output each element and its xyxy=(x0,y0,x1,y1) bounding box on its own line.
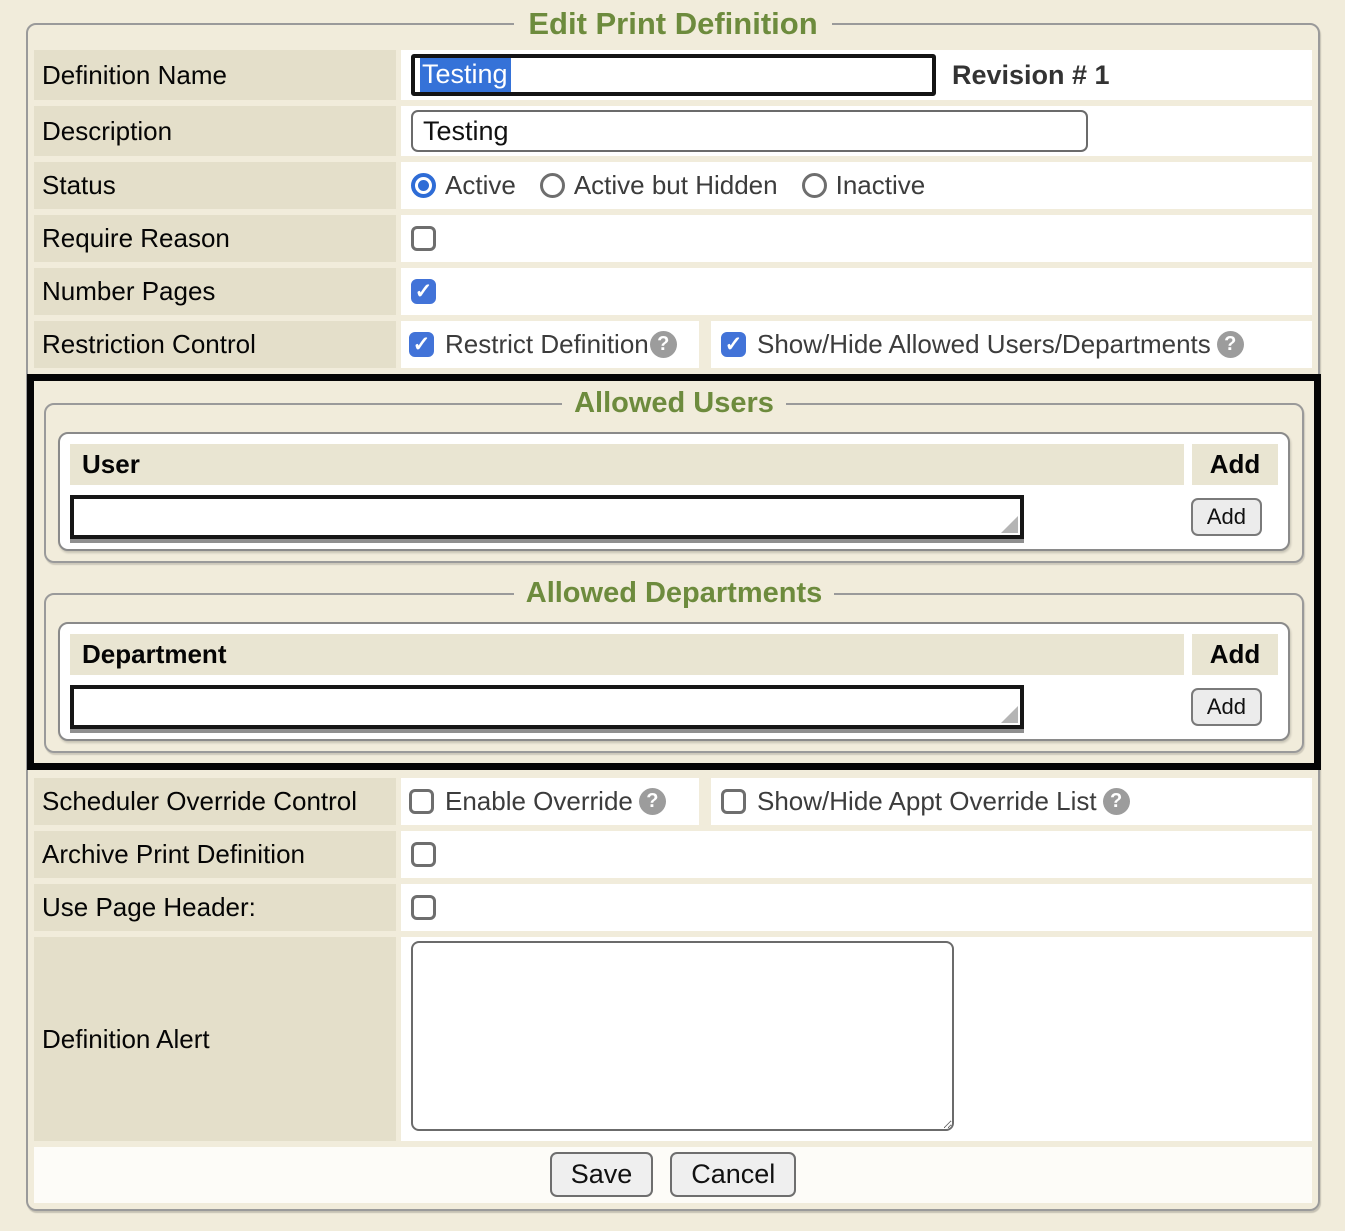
dropdown-grip-icon xyxy=(1001,706,1018,723)
status-row: Status Active Active but Hidden Inactive xyxy=(34,162,1312,209)
definition-alert-textarea[interactable] xyxy=(411,941,954,1131)
show-hide-allowed-help-icon[interactable]: ? xyxy=(1217,331,1244,358)
enable-override-checkbox[interactable]: ✓ xyxy=(409,789,434,814)
restrict-definition-cell: ✓ Restrict Definition ? xyxy=(401,321,699,368)
number-pages-checkbox[interactable]: ✓ xyxy=(411,279,436,304)
department-add-column-header: Add xyxy=(1192,634,1278,675)
active-radio-label[interactable]: Active xyxy=(445,170,516,201)
description-row: Description xyxy=(34,106,1312,156)
definition-name-value-cell: Testing Revision # 1 xyxy=(401,50,1312,100)
department-column-header: Department xyxy=(70,634,1184,675)
edit-print-definition-form: Edit Print Definition Definition Name Te… xyxy=(26,6,1320,1211)
cancel-button[interactable]: Cancel xyxy=(670,1152,796,1197)
status-option-active: Active xyxy=(411,170,516,201)
use-page-header-row: Use Page Header: ✓ xyxy=(34,884,1312,931)
definition-alert-value-cell xyxy=(401,937,1312,1141)
show-hide-appt-checkbox[interactable]: ✓ xyxy=(721,789,746,814)
use-page-header-label: Use Page Header: xyxy=(34,884,396,931)
restrict-definition-checkbox[interactable]: ✓ xyxy=(409,332,434,357)
dropdown-grip-icon xyxy=(1001,516,1018,533)
archive-checkbox[interactable]: ✓ xyxy=(411,842,436,867)
allowed-departments-title: Allowed Departments xyxy=(514,577,835,610)
allowed-users-fieldset: Allowed Users User Add Add xyxy=(44,387,1304,563)
revision-number: Revision # 1 xyxy=(952,60,1110,91)
number-pages-label: Number Pages xyxy=(34,268,396,315)
allowed-departments-panel: Department Add Add xyxy=(58,622,1290,741)
inactive-radio-label[interactable]: Inactive xyxy=(836,170,926,201)
use-page-header-checkbox[interactable]: ✓ xyxy=(411,895,436,920)
archive-label: Archive Print Definition xyxy=(34,831,396,878)
restrict-definition-label[interactable]: Restrict Definition xyxy=(445,329,649,360)
scheduler-override-label: Scheduler Override Control xyxy=(34,778,396,825)
require-reason-row: Require Reason ✓ xyxy=(34,215,1312,262)
checkmark-icon: ✓ xyxy=(413,334,431,355)
enable-override-cell: ✓ Enable Override ? xyxy=(401,778,699,825)
user-add-column-header: Add xyxy=(1192,444,1278,485)
restriction-control-row: Restriction Control ✓ Restrict Definitio… xyxy=(34,321,1312,368)
restrict-definition-help-icon[interactable]: ? xyxy=(650,331,677,358)
allowed-users-panel: User Add Add xyxy=(58,432,1290,551)
allowed-departments-header-row: Department Add xyxy=(70,634,1278,675)
allowed-section-frame: Allowed Users User Add Add Allowed Depar… xyxy=(27,374,1321,770)
require-reason-value-cell: ✓ xyxy=(401,215,1312,262)
scheduler-override-cells: ✓ Enable Override ? ✓ Show/Hide Appt Ove… xyxy=(401,778,1312,825)
archive-value-cell: ✓ xyxy=(401,831,1312,878)
description-label: Description xyxy=(34,106,396,156)
checkmark-icon: ✓ xyxy=(415,281,433,302)
save-button[interactable]: Save xyxy=(550,1152,654,1197)
scheduler-override-row: Scheduler Override Control ✓ Enable Over… xyxy=(34,778,1312,825)
description-value-cell xyxy=(401,106,1312,156)
user-column-header: User xyxy=(70,444,1184,485)
definition-name-row: Definition Name Testing Revision # 1 xyxy=(34,50,1312,100)
show-hide-allowed-cell: ✓ Show/Hide Allowed Users/Departments ? xyxy=(711,321,1312,368)
restriction-control-cells: ✓ Restrict Definition ? ✓ Show/Hide Allo… xyxy=(401,321,1312,368)
require-reason-label: Require Reason xyxy=(34,215,396,262)
definition-alert-label: Definition Alert xyxy=(34,937,396,1141)
status-option-active-hidden: Active but Hidden xyxy=(540,170,778,201)
radio-dot-icon xyxy=(418,180,429,191)
restriction-control-label: Restriction Control xyxy=(34,321,396,368)
show-hide-appt-label[interactable]: Show/Hide Appt Override List xyxy=(757,786,1097,817)
show-hide-allowed-checkbox[interactable]: ✓ xyxy=(721,332,746,357)
number-pages-row: Number Pages ✓ xyxy=(34,268,1312,315)
checkmark-icon: ✓ xyxy=(725,334,743,355)
enable-override-help-icon[interactable]: ? xyxy=(639,788,666,815)
show-hide-appt-cell: ✓ Show/Hide Appt Override List ? xyxy=(711,778,1312,825)
actions-row: Save Cancel xyxy=(34,1147,1312,1203)
status-value-cell: Active Active but Hidden Inactive xyxy=(401,162,1312,209)
use-page-header-value-cell: ✓ xyxy=(401,884,1312,931)
allowed-departments-input-row: Add xyxy=(70,685,1278,729)
add-department-button[interactable]: Add xyxy=(1191,688,1262,726)
status-label: Status xyxy=(34,162,396,209)
inactive-radio[interactable] xyxy=(802,173,827,198)
active-but-hidden-radio-label[interactable]: Active but Hidden xyxy=(574,170,778,201)
allowed-departments-fieldset: Allowed Departments Department Add Add xyxy=(44,577,1304,753)
archive-row: Archive Print Definition ✓ xyxy=(34,831,1312,878)
status-option-inactive: Inactive xyxy=(802,170,926,201)
active-but-hidden-radio[interactable] xyxy=(540,173,565,198)
definition-name-input[interactable]: Testing xyxy=(411,54,936,96)
definition-name-selected-text: Testing xyxy=(420,57,511,93)
show-hide-allowed-label[interactable]: Show/Hide Allowed Users/Departments xyxy=(757,329,1211,360)
department-select[interactable] xyxy=(70,685,1024,729)
user-select[interactable] xyxy=(70,495,1024,539)
number-pages-value-cell: ✓ xyxy=(401,268,1312,315)
require-reason-checkbox[interactable]: ✓ xyxy=(411,226,436,251)
form-title: Edit Print Definition xyxy=(514,6,831,42)
show-hide-appt-help-icon[interactable]: ? xyxy=(1103,788,1130,815)
allowed-users-header-row: User Add xyxy=(70,444,1278,485)
enable-override-label[interactable]: Enable Override xyxy=(445,786,633,817)
active-radio[interactable] xyxy=(411,173,436,198)
description-input[interactable] xyxy=(411,110,1088,152)
definition-name-label: Definition Name xyxy=(34,50,396,100)
allowed-users-input-row: Add xyxy=(70,495,1278,539)
definition-alert-row: Definition Alert xyxy=(34,937,1312,1141)
allowed-users-title: Allowed Users xyxy=(562,387,786,420)
add-user-button[interactable]: Add xyxy=(1191,498,1262,536)
